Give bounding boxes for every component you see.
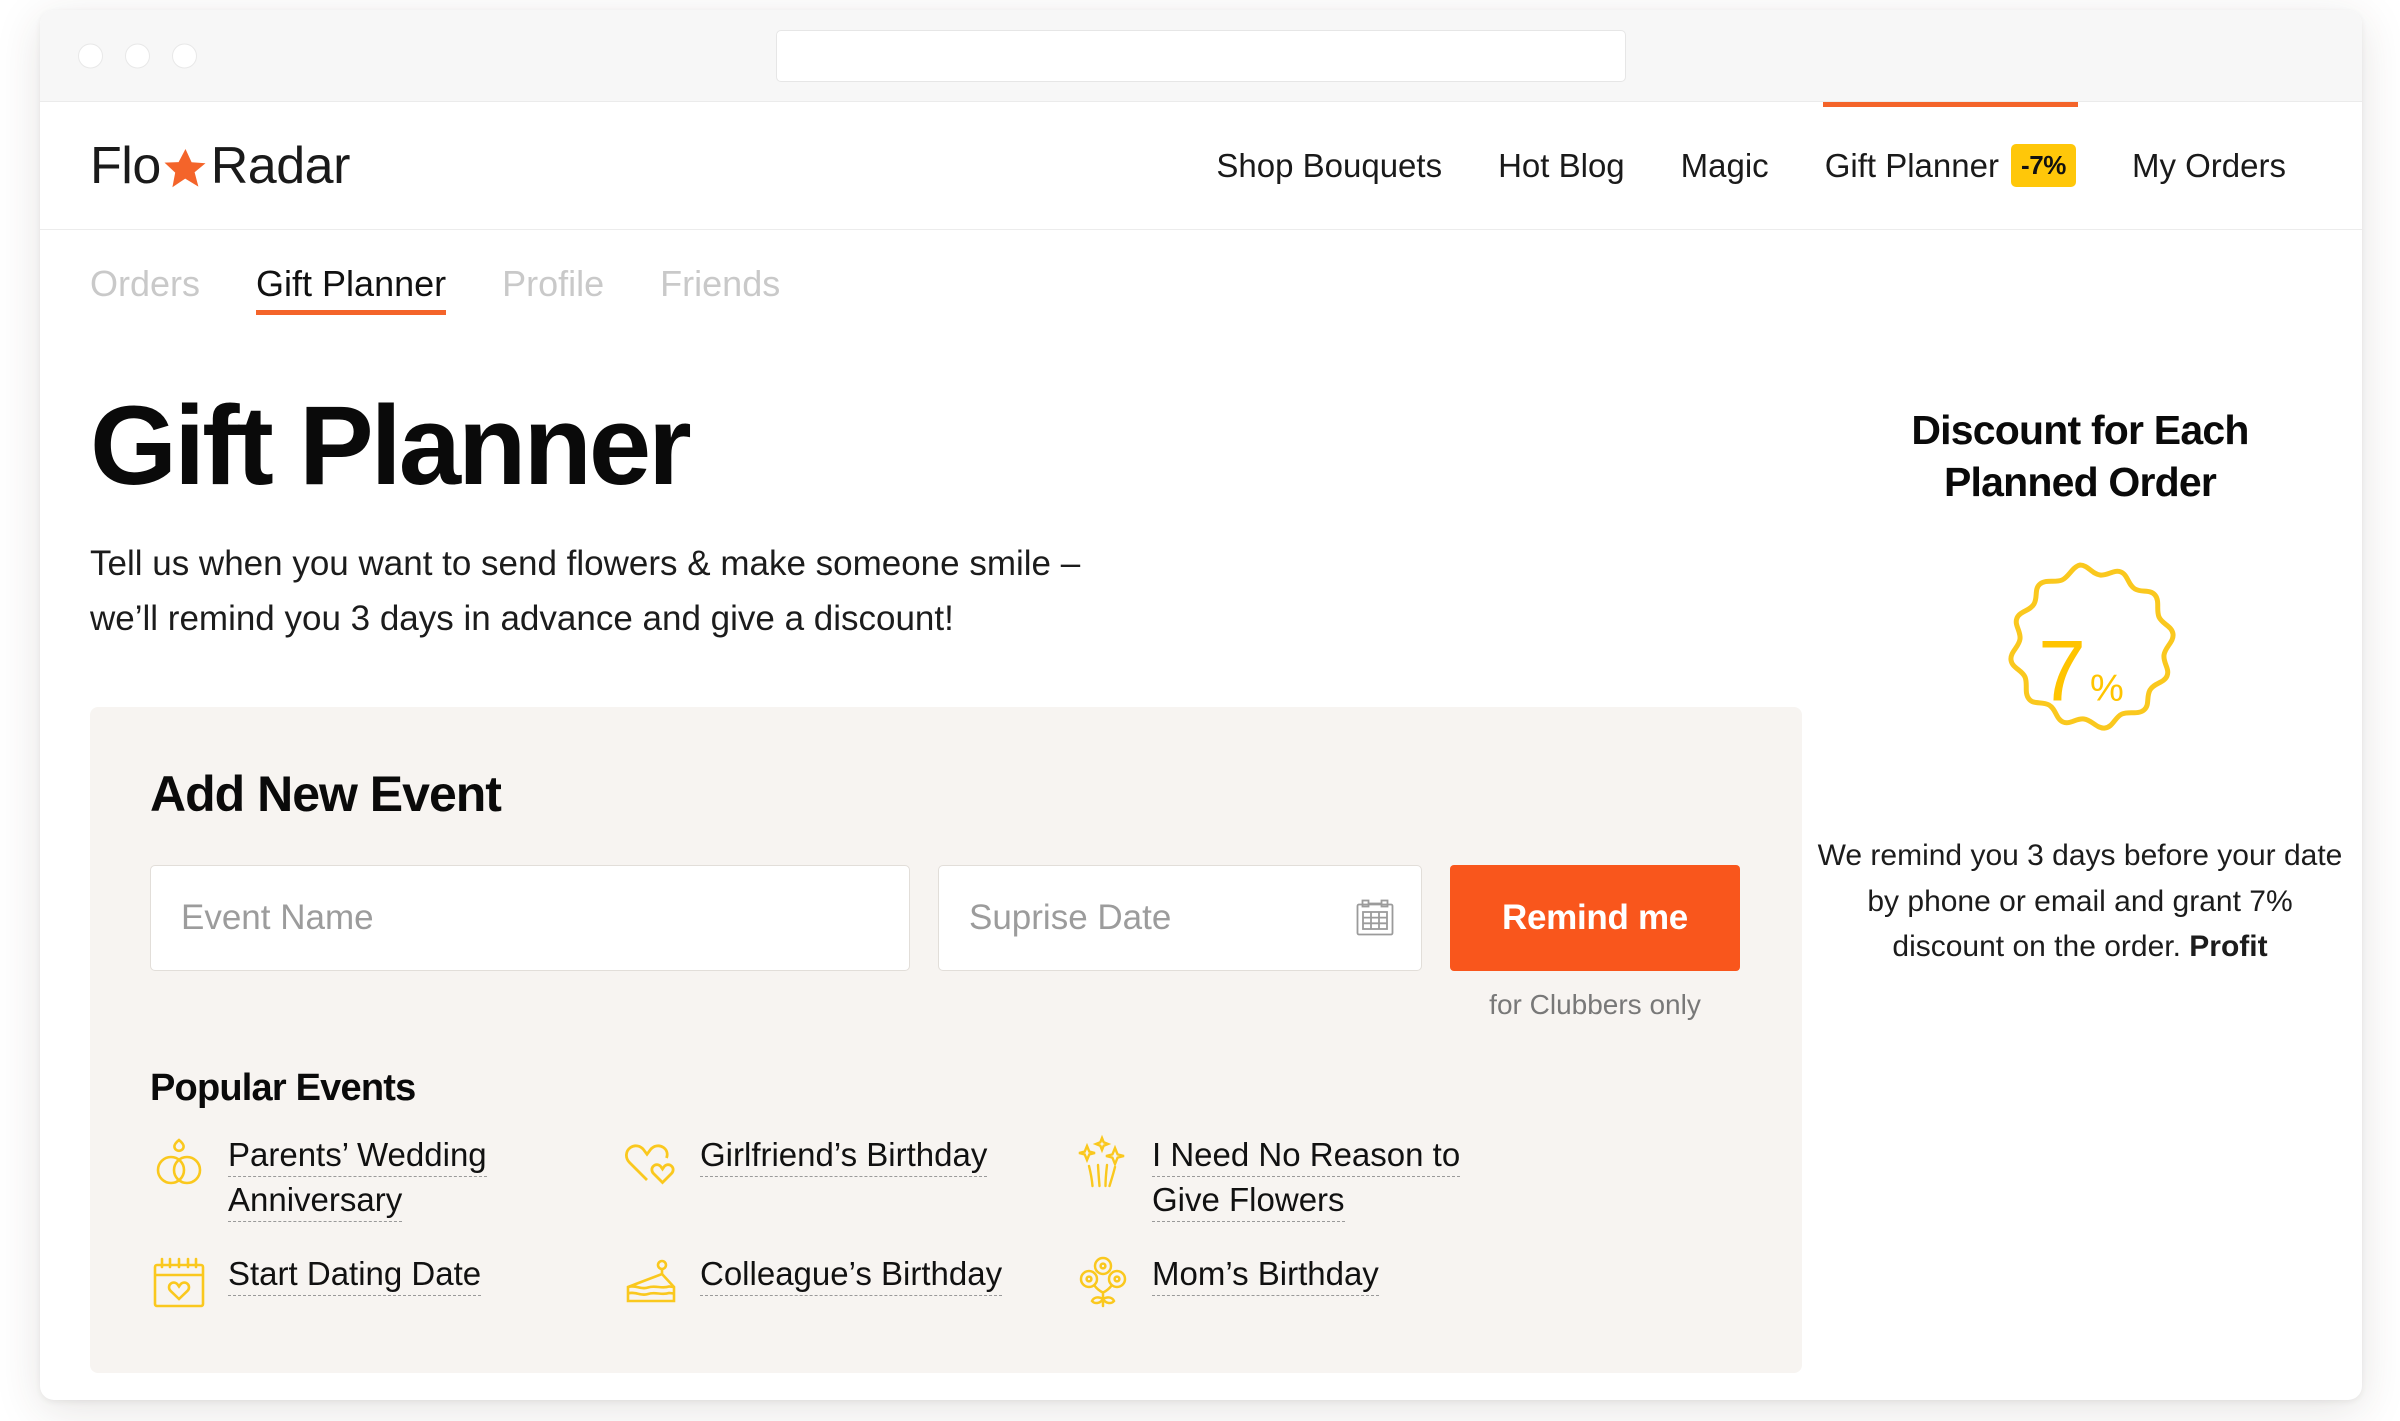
main-navigation: Shop Bouquets Hot Blog Magic Gift Planne… <box>1188 101 2314 230</box>
calendar-heart-icon <box>150 1253 208 1311</box>
popular-event-start-dating-date[interactable]: Start Dating Date <box>150 1251 610 1311</box>
add-new-event-card: Add New Event Event Name Suprise Date Re… <box>90 706 1802 1373</box>
logo-text-before: Flo <box>90 136 161 195</box>
card-title: Add New Event <box>150 765 502 822</box>
popular-event-colleagues-birthday[interactable]: Colleague’s Birthday <box>622 1251 1062 1311</box>
nav-item-gift-planner[interactable]: Gift Planner -7% <box>1797 101 2104 230</box>
browser-window: Flo Radar Shop Bouquets Hot Blog Magic G… <box>40 10 2362 1400</box>
flower-bouquet-icon <box>1074 1253 1132 1311</box>
nav-label: Gift Planner <box>1824 146 1999 184</box>
surprise-date-input[interactable] <box>938 864 1422 971</box>
discount-sidebar-title: Discount for Each Planned Order <box>1800 404 2360 509</box>
maximize-window-button[interactable] <box>172 43 197 68</box>
tab-label: Friends <box>660 263 781 304</box>
traffic-lights <box>78 43 197 68</box>
tab-label: Orders <box>90 263 201 304</box>
nav-label: Shop Bouquets <box>1216 146 1443 184</box>
clubbers-only-note: for Clubbers only <box>1489 988 1701 1020</box>
discount-title-line-1: Discount for Each <box>1911 407 2249 453</box>
popular-event-moms-birthday[interactable]: Mom’s Birthday <box>1074 1251 1534 1311</box>
sub-navigation: Orders Gift Planner Profile Friends <box>40 230 2362 348</box>
nav-item-magic[interactable]: Magic <box>1653 102 1797 230</box>
browser-chrome-bar <box>40 10 2362 102</box>
page-subtitle-line-1: Tell us when you want to send flowers & … <box>90 544 1081 583</box>
page-subtitle-line-2: we’ll remind you 3 days in advance and g… <box>90 599 954 639</box>
popular-event-girlfriends-birthday[interactable]: Girlfriend’s Birthday <box>622 1132 1062 1192</box>
popular-events-grid: Parents’ Wedding Anniversary Girlfriend’… <box>150 1132 1742 1311</box>
discount-description-bold: Profit <box>2189 930 2268 964</box>
star-icon <box>163 146 207 190</box>
discount-badge-value: 7 % <box>1800 622 2360 721</box>
minimize-window-button[interactable] <box>125 43 150 68</box>
nav-active-indicator <box>1822 101 2078 107</box>
cake-slice-icon <box>622 1253 680 1311</box>
tab-label: Profile <box>502 263 605 304</box>
site-header: Flo Radar Shop Bouquets Hot Blog Magic G… <box>40 101 2362 230</box>
popular-event-no-reason-flowers[interactable]: I Need No Reason to Give Flowers <box>1074 1132 1534 1223</box>
nav-label: My Orders <box>2131 146 2286 184</box>
popular-event-label: Mom’s Birthday <box>1152 1251 1379 1297</box>
sparkles-icon <box>1074 1134 1132 1192</box>
add-event-form: Remind me for Clubbers only <box>150 864 1742 1021</box>
nav-item-my-orders[interactable]: My Orders <box>2104 102 2314 230</box>
popular-event-label: Start Dating Date <box>228 1251 482 1297</box>
discount-number: 7 <box>2038 623 2086 720</box>
nav-label: Magic <box>1680 146 1769 184</box>
discount-title-line-2: Planned Order <box>1943 459 2217 506</box>
nav-discount-badge: -7% <box>2010 144 2076 187</box>
page-subtitle: Tell us when you want to send flowers & … <box>90 536 1250 647</box>
discount-description: We remind you 3 days before your date by… <box>1800 833 2360 970</box>
date-field-wrapper <box>938 864 1422 971</box>
wedding-rings-icon <box>150 1134 208 1192</box>
tab-label: Gift Planner <box>256 263 447 304</box>
tab-orders[interactable]: Orders <box>90 263 200 315</box>
page-body: Gift Planner Tell us when you want to se… <box>40 348 2362 1373</box>
popular-event-label: Girlfriend’s Birthday <box>700 1132 988 1178</box>
page-title: Gift Planner <box>90 383 692 508</box>
popular-events-title: Popular Events <box>150 1066 416 1109</box>
popular-event-label: Parents’ Wedding Anniversary <box>228 1132 558 1223</box>
popular-event-parents-wedding-anniversary[interactable]: Parents’ Wedding Anniversary <box>150 1132 610 1223</box>
tab-friends[interactable]: Friends <box>660 263 780 315</box>
nav-item-shop-bouquets[interactable]: Shop Bouquets <box>1188 102 1470 230</box>
popular-event-label: Colleague’s Birthday <box>700 1251 1003 1297</box>
two-hearts-icon <box>622 1134 680 1192</box>
event-name-input[interactable] <box>150 864 910 971</box>
discount-sidebar: Discount for Each Planned Order 7 % We r… <box>1800 390 2360 1373</box>
discount-percent-sign: % <box>2090 667 2124 710</box>
nav-label: Hot Blog <box>1498 146 1625 184</box>
site-logo[interactable]: Flo Radar <box>90 136 350 196</box>
close-window-button[interactable] <box>78 43 103 68</box>
submit-column: Remind me for Clubbers only <box>1450 864 1740 1021</box>
nav-item-hot-blog[interactable]: Hot Blog <box>1470 102 1653 230</box>
url-input[interactable] <box>776 29 1626 82</box>
tab-gift-planner[interactable]: Gift Planner <box>256 263 447 315</box>
tab-profile[interactable]: Profile <box>502 263 604 315</box>
main-content-column: Gift Planner Tell us when you want to se… <box>40 383 1802 1373</box>
popular-event-label: I Need No Reason to Give Flowers <box>1152 1132 1482 1223</box>
tab-active-underline <box>256 310 447 315</box>
logo-text-after: Radar <box>210 136 351 195</box>
remind-me-button[interactable]: Remind me <box>1450 864 1740 971</box>
discount-badge-graphic: 7 % <box>1800 557 2360 787</box>
